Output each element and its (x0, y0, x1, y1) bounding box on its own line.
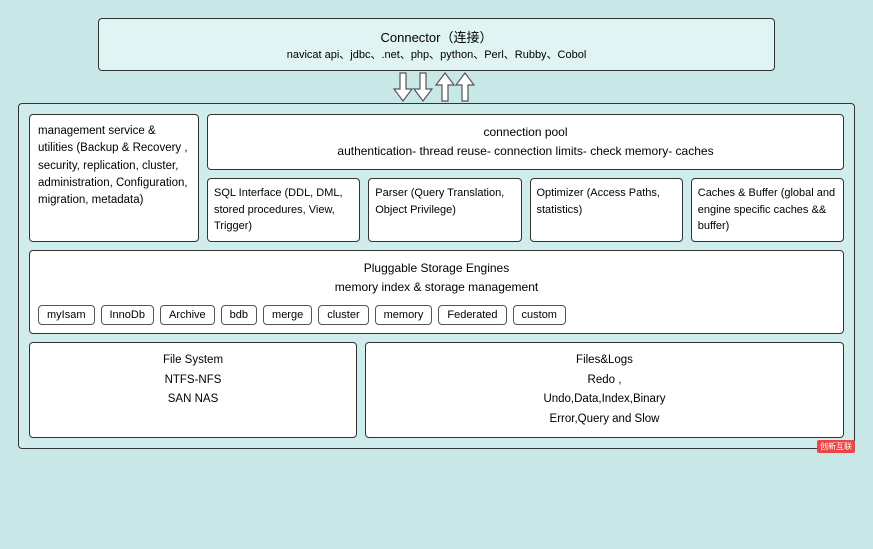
engine-tag-bdb: bdb (221, 305, 257, 325)
engine-tag-innodb: InnoDb (101, 305, 154, 325)
files-logs-box: Files&Logs Redo , Undo,Data,Index,Binary… (365, 342, 844, 438)
main-container: management service & utilities (Backup &… (18, 103, 855, 449)
inner-box-caches: Caches & Buffer (global and engine speci… (691, 178, 844, 242)
connection-pool-line1: connection pool (220, 123, 831, 142)
engine-tag-federated: Federated (438, 305, 506, 325)
inner-box-parser-text: Parser (Query Translation, Object Privil… (375, 187, 504, 216)
files-logs-line4: Error,Query and Slow (378, 410, 831, 430)
right-section: connection pool authentication- thread r… (207, 114, 844, 242)
storage-title: Pluggable Storage Engines memory index &… (38, 259, 835, 297)
arrows-icon (392, 71, 482, 103)
inner-box-sql: SQL Interface (DDL, DML, stored procedur… (207, 178, 360, 242)
filesystem-box: File System NTFS-NFS SAN NAS (29, 342, 357, 438)
engine-tag-custom: custom (513, 305, 566, 325)
storage-line2: memory index & storage management (38, 278, 835, 297)
engine-tag-memory: memory (375, 305, 433, 325)
filesystem-line3: SAN NAS (42, 390, 344, 410)
watermark-logo: 创新互联 (817, 440, 855, 453)
engine-tag-cluster: cluster (318, 305, 368, 325)
files-logs-line2: Redo , (378, 371, 831, 391)
top-section: management service & utilities (Backup &… (29, 114, 844, 242)
four-boxes: SQL Interface (DDL, DML, stored procedur… (207, 178, 844, 242)
storage-line1: Pluggable Storage Engines (38, 259, 835, 278)
inner-box-optimizer: Optimizer (Access Paths, statistics) (530, 178, 683, 242)
watermark: 创新互联 (817, 440, 855, 453)
management-text: management service & utilities (Backup &… (38, 125, 188, 206)
files-logs-line3: Undo,Data,Index,Binary (378, 390, 831, 410)
connector-subtitle: navicat api、jdbc、.net、php、python、Perl、Ru… (111, 46, 762, 62)
storage-section: Pluggable Storage Engines memory index &… (29, 250, 844, 334)
filesystem-line1: File System (42, 351, 344, 371)
engine-tag-archive: Archive (160, 305, 215, 325)
inner-box-parser: Parser (Query Translation, Object Privil… (368, 178, 521, 242)
engine-tag-merge: merge (263, 305, 312, 325)
inner-box-caches-text: Caches & Buffer (global and engine speci… (698, 187, 835, 232)
filesystem-line2: NTFS-NFS (42, 371, 344, 391)
inner-box-sql-text: SQL Interface (DDL, DML, stored procedur… (214, 187, 343, 232)
engine-tags: myIsam InnoDb Archive bdb merge cluster memory… (38, 305, 835, 325)
management-box: management service & utilities (Backup &… (29, 114, 199, 242)
connector-box: Connector（连接） navicat api、jdbc、.net、php、… (98, 18, 775, 71)
connector-title: Connector（连接） (111, 27, 762, 46)
bottom-section: File System NTFS-NFS SAN NAS Files&Logs … (29, 342, 844, 438)
connection-pool-box: connection pool authentication- thread r… (207, 114, 844, 170)
arrows-row (18, 71, 855, 103)
files-logs-line1: Files&Logs (378, 351, 831, 371)
inner-box-optimizer-text: Optimizer (Access Paths, statistics) (537, 187, 660, 216)
engine-tag-myisam: myIsam (38, 305, 95, 325)
connection-pool-line2: authentication- thread reuse- connection… (220, 142, 831, 161)
